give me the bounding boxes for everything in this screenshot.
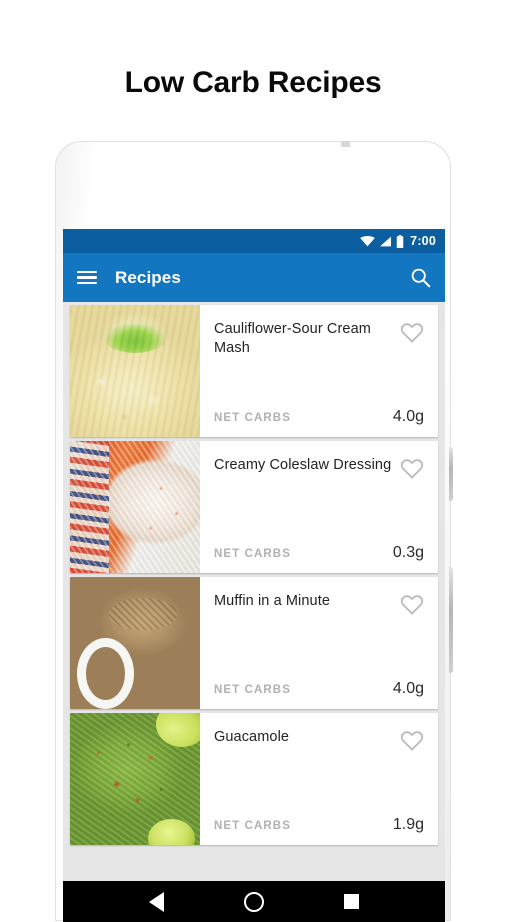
- net-carbs-label: NET CARBS: [214, 820, 291, 832]
- hamburger-menu-icon[interactable]: [77, 270, 97, 285]
- net-carbs-value: 1.9g: [392, 816, 424, 833]
- list-item[interactable]: Muffin in a Minute NET CARBS 4.0g: [70, 577, 438, 709]
- net-carbs-label: NET CARBS: [214, 412, 291, 424]
- recipe-details: Muffin in a Minute NET CARBS 4.0g: [200, 577, 438, 709]
- recipe-details: Guacamole NET CARBS 1.9g: [200, 713, 438, 845]
- recipe-details: Creamy Coleslaw Dressing NET CARBS 0.3g: [200, 441, 438, 573]
- recipe-name: Cauliflower-Sour Cream Mash: [214, 321, 371, 356]
- recipe-name: Muffin in a Minute: [214, 593, 330, 609]
- heart-outline-icon[interactable]: [400, 593, 424, 615]
- search-icon[interactable]: [410, 267, 431, 288]
- app-bar-title: Recipes: [115, 267, 181, 287]
- net-carbs-value: 0.3g: [392, 544, 424, 561]
- volume-button[interactable]: [449, 447, 453, 501]
- recipe-thumbnail: [70, 305, 200, 437]
- list-item[interactable]: Cauliflower-Sour Cream Mash NET CARBS 4.…: [70, 305, 438, 437]
- recipe-details: Cauliflower-Sour Cream Mash NET CARBS 4.…: [200, 305, 438, 437]
- home-icon[interactable]: [244, 891, 264, 912]
- recipe-list[interactable]: Cauliflower-Sour Cream Mash NET CARBS 4.…: [63, 302, 445, 881]
- power-button[interactable]: [449, 567, 453, 673]
- wifi-icon: [360, 235, 376, 246]
- list-item[interactable]: Creamy Coleslaw Dressing NET CARBS 0.3g: [70, 441, 438, 573]
- heart-outline-icon[interactable]: [400, 729, 424, 751]
- signal-icon: [380, 236, 392, 246]
- recipe-name: Guacamole: [214, 729, 290, 745]
- status-bar: 7:00: [63, 229, 445, 253]
- phone-screen: 7:00 Recipes Cauliflower-Sour Cream Mash…: [63, 229, 445, 922]
- list-item[interactable]: Guacamole NET CARBS 1.9g: [70, 713, 438, 845]
- page-title: Low Carb Recipes: [124, 66, 382, 99]
- net-carbs-value: 4.0g: [392, 408, 424, 425]
- recipe-thumbnail: [70, 441, 200, 573]
- heart-outline-icon[interactable]: [400, 321, 424, 343]
- status-clock: 7:00: [410, 234, 436, 248]
- net-carbs-value: 4.0g: [392, 680, 424, 697]
- battery-icon: [396, 234, 404, 248]
- phone-mockup: 7:00 Recipes Cauliflower-Sour Cream Mash…: [55, 141, 453, 922]
- heart-outline-icon[interactable]: [400, 457, 424, 479]
- net-carbs-label: NET CARBS: [214, 548, 291, 560]
- net-carbs-label: NET CARBS: [214, 684, 291, 696]
- recents-icon[interactable]: [344, 894, 359, 909]
- recipe-thumbnail: [70, 713, 200, 845]
- recipe-thumbnail: [70, 577, 200, 709]
- back-icon[interactable]: [149, 891, 164, 912]
- app-bar: Recipes: [63, 253, 445, 302]
- recipe-name: Creamy Coleslaw Dressing: [214, 457, 392, 473]
- phone-top-marker: [341, 141, 350, 147]
- android-nav-bar: [63, 881, 445, 922]
